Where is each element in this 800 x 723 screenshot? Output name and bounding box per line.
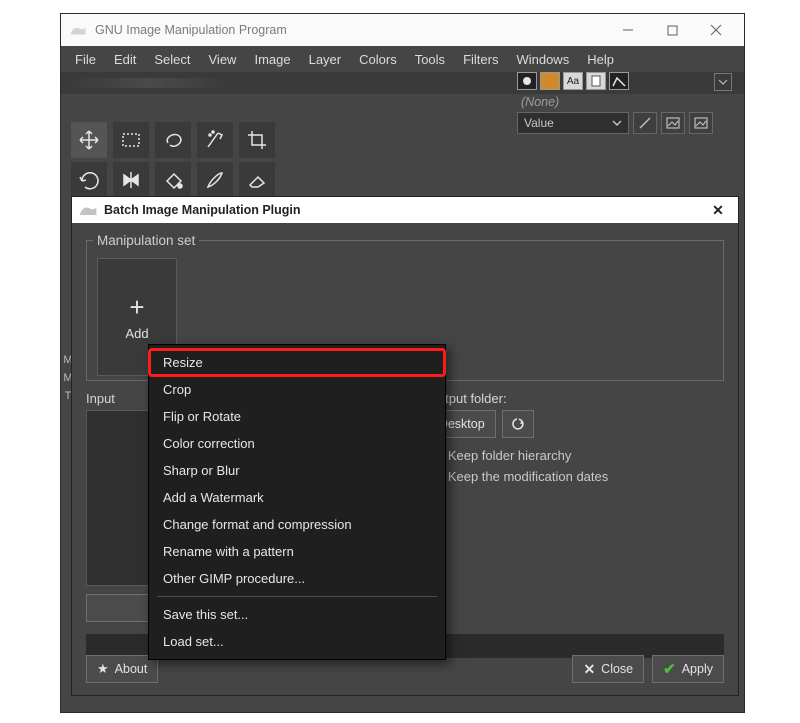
histogram-source-label: (None) (521, 95, 732, 109)
chevron-down-icon (612, 118, 622, 128)
minimize-button[interactable] (606, 14, 650, 46)
menu-item-resize[interactable]: Resize (149, 349, 445, 376)
channel-select[interactable]: Value (517, 112, 629, 134)
tab-histogram-icon[interactable] (609, 72, 629, 90)
paintbrush-tool[interactable] (197, 162, 233, 198)
bucket-fill-tool[interactable] (155, 162, 191, 198)
dialog-title: Batch Image Manipulation Plugin (104, 203, 301, 217)
star-icon: ★ (97, 661, 109, 677)
add-label: Add (125, 326, 148, 341)
image-icon-button-2[interactable] (689, 112, 713, 134)
toolbox (71, 122, 275, 198)
tab-brushes-icon[interactable] (517, 72, 537, 90)
fuzzy-select-tool[interactable] (197, 122, 233, 158)
menu-item-crop[interactable]: Crop (149, 376, 445, 403)
menu-item-watermark[interactable]: Add a Watermark (149, 484, 445, 511)
keep-dates-checkbox[interactable]: Keep the modification dates (428, 469, 724, 484)
free-select-tool[interactable] (155, 122, 191, 158)
menu-item-sharp-blur[interactable]: Sharp or Blur (149, 457, 445, 484)
close-label: Close (601, 662, 633, 676)
menubar: File Edit Select View Image Layer Colors… (61, 46, 744, 72)
dialog-close-button[interactable]: ✕ (704, 197, 732, 223)
menu-select[interactable]: Select (146, 49, 198, 70)
eraser-tool[interactable] (239, 162, 275, 198)
dialog-titlebar: Batch Image Manipulation Plugin ✕ (72, 197, 738, 223)
image-icon-button-1[interactable] (661, 112, 685, 134)
keep-dates-label: Keep the modification dates (448, 469, 608, 484)
menu-item-save-set[interactable]: Save this set... (149, 601, 445, 628)
crop-tool[interactable] (239, 122, 275, 158)
undo-icon (511, 417, 525, 431)
menu-item-flip-rotate[interactable]: Flip or Rotate (149, 403, 445, 430)
linear-histogram-button[interactable] (633, 112, 657, 134)
menu-image[interactable]: Image (246, 49, 298, 70)
reset-output-button[interactable] (502, 410, 534, 438)
menu-tools[interactable]: Tools (407, 49, 453, 70)
close-icon: ✕ (583, 661, 595, 678)
window-close-button[interactable] (694, 14, 738, 46)
panel-menu-icon[interactable] (714, 73, 732, 91)
add-manipulation-menu: Resize Crop Flip or Rotate Color correct… (148, 344, 446, 660)
about-label: About (115, 662, 148, 676)
plus-icon: + (129, 294, 144, 320)
titlebar: GNU Image Manipulation Program (61, 14, 744, 46)
menu-file[interactable]: File (67, 49, 104, 70)
output-folder-label: Output folder: (428, 391, 724, 406)
tab-patterns-icon[interactable] (540, 72, 560, 90)
menu-edit[interactable]: Edit (106, 49, 144, 70)
menu-item-format-compression[interactable]: Change format and compression (149, 511, 445, 538)
gimp-logo-icon (78, 203, 98, 217)
gimp-main-window: GNU Image Manipulation Program File Edit… (60, 13, 745, 713)
maximize-button[interactable] (650, 14, 694, 46)
menu-view[interactable]: View (201, 49, 245, 70)
menu-windows[interactable]: Windows (508, 49, 577, 70)
menu-help[interactable]: Help (579, 49, 622, 70)
tab-document-icon[interactable] (586, 72, 606, 90)
menu-item-other-procedure[interactable]: Other GIMP procedure... (149, 565, 445, 592)
menu-separator (157, 596, 437, 597)
menu-colors[interactable]: Colors (351, 49, 405, 70)
close-button[interactable]: ✕ Close (572, 655, 644, 683)
tab-fonts-icon[interactable]: Aa (563, 72, 583, 90)
window-title: GNU Image Manipulation Program (95, 23, 287, 37)
menu-filters[interactable]: Filters (455, 49, 506, 70)
channel-select-value: Value (524, 116, 554, 130)
menu-item-load-set[interactable]: Load set... (149, 628, 445, 655)
keep-hierarchy-label: Keep folder hierarchy (448, 448, 572, 463)
rotate-tool[interactable] (71, 162, 107, 198)
check-icon: ✔ (663, 660, 676, 678)
manipulation-set-label: Manipulation set (93, 233, 199, 248)
right-panel: Aa (None) Value (517, 72, 732, 162)
rect-select-tool[interactable] (113, 122, 149, 158)
move-tool[interactable] (71, 122, 107, 158)
menu-item-rename-pattern[interactable]: Rename with a pattern (149, 538, 445, 565)
apply-label: Apply (682, 662, 713, 676)
menu-item-color-correction[interactable]: Color correction (149, 430, 445, 457)
menu-layer[interactable]: Layer (301, 49, 350, 70)
keep-hierarchy-checkbox[interactable]: Keep folder hierarchy (428, 448, 724, 463)
apply-button[interactable]: ✔ Apply (652, 655, 724, 683)
gimp-logo-icon (69, 23, 87, 37)
flip-tool[interactable] (113, 162, 149, 198)
